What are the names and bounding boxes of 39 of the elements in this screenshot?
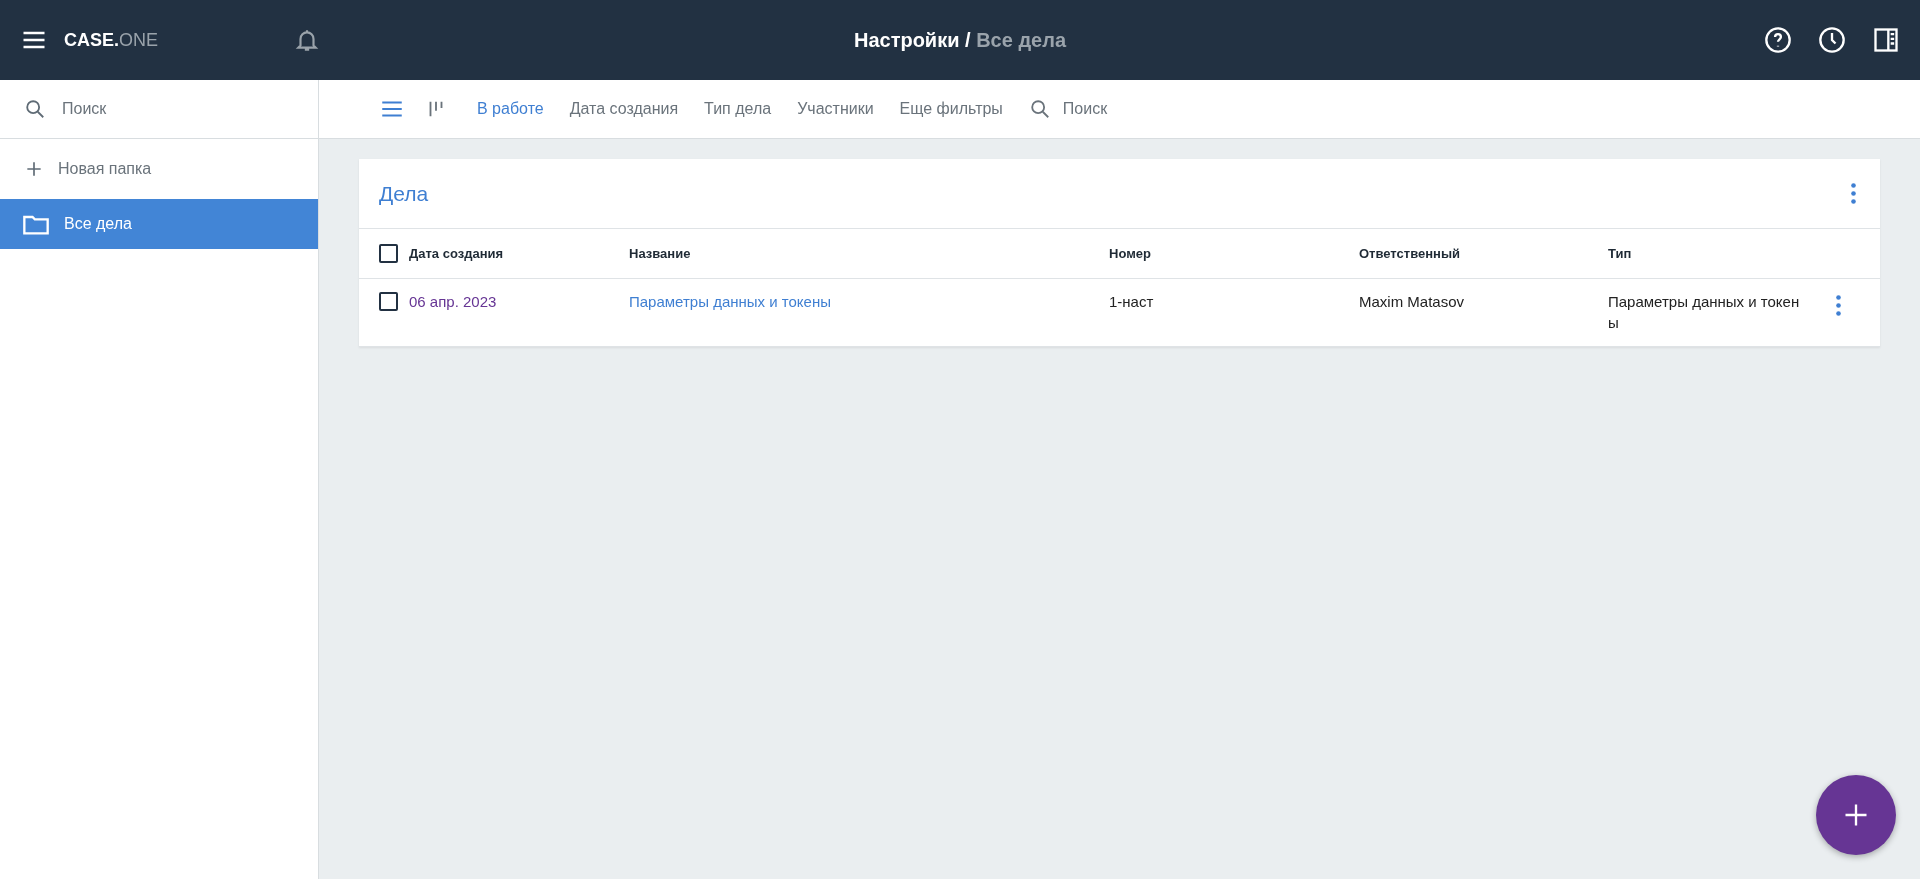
more-icon	[1851, 183, 1856, 204]
date-cell-text: 06 апр. 2023	[409, 292, 498, 312]
number-cell-text: 1-наст	[1109, 292, 1155, 312]
help-icon	[1764, 26, 1792, 54]
side-panel-icon	[1872, 26, 1900, 54]
filter-tab[interactable]: В работе	[477, 100, 544, 118]
column-header: Номер	[1109, 246, 1152, 261]
sidebar-search-field[interactable]: Поиск	[60, 99, 260, 119]
search-icon	[24, 98, 46, 120]
new-folder-button[interactable]: Новая папка	[0, 139, 318, 199]
clock-icon	[1818, 26, 1846, 54]
more-icon	[1836, 295, 1841, 316]
card-title: Дела	[379, 181, 429, 206]
search-icon	[1028, 98, 1051, 120]
column-header: Название	[629, 246, 692, 261]
filter-tab[interactable]: Тип дела	[704, 100, 772, 118]
type-cell-text: Параметры данных и токены	[1608, 292, 1800, 333]
sidebar-item-label: Все дела	[64, 215, 132, 233]
toolbar-search-field[interactable]: Поиск	[1060, 99, 1211, 119]
panel-toggle-button[interactable]	[1872, 26, 1900, 54]
column-header: Ответственный	[1359, 246, 1461, 261]
responsible-cell-text: Maxim Matasov	[1359, 292, 1466, 312]
app-logo: CASE.ONE	[64, 29, 159, 51]
sidebar-item[interactable]: Все дела	[0, 199, 318, 249]
bell-icon	[294, 27, 320, 53]
plus-icon	[24, 159, 44, 179]
filter-tab[interactable]: Еще фильтры	[899, 100, 1003, 118]
select-all-checkbox[interactable]	[379, 244, 398, 263]
filter-tab[interactable]: Дата создания	[569, 100, 679, 118]
filter-tab[interactable]: Участники	[797, 100, 874, 118]
notifications-button[interactable]	[294, 27, 320, 53]
add-button[interactable]	[1816, 775, 1896, 855]
column-header: Тип	[1608, 246, 1633, 261]
history-button[interactable]	[1818, 26, 1846, 54]
help-button[interactable]	[1764, 26, 1792, 54]
column-header: Дата создания	[409, 246, 505, 261]
row-checkbox[interactable]	[379, 292, 398, 311]
case-name-link[interactable]: Параметры данных и токены	[629, 293, 831, 310]
breadcrumb: Настройки / Все дела	[853, 28, 1067, 52]
